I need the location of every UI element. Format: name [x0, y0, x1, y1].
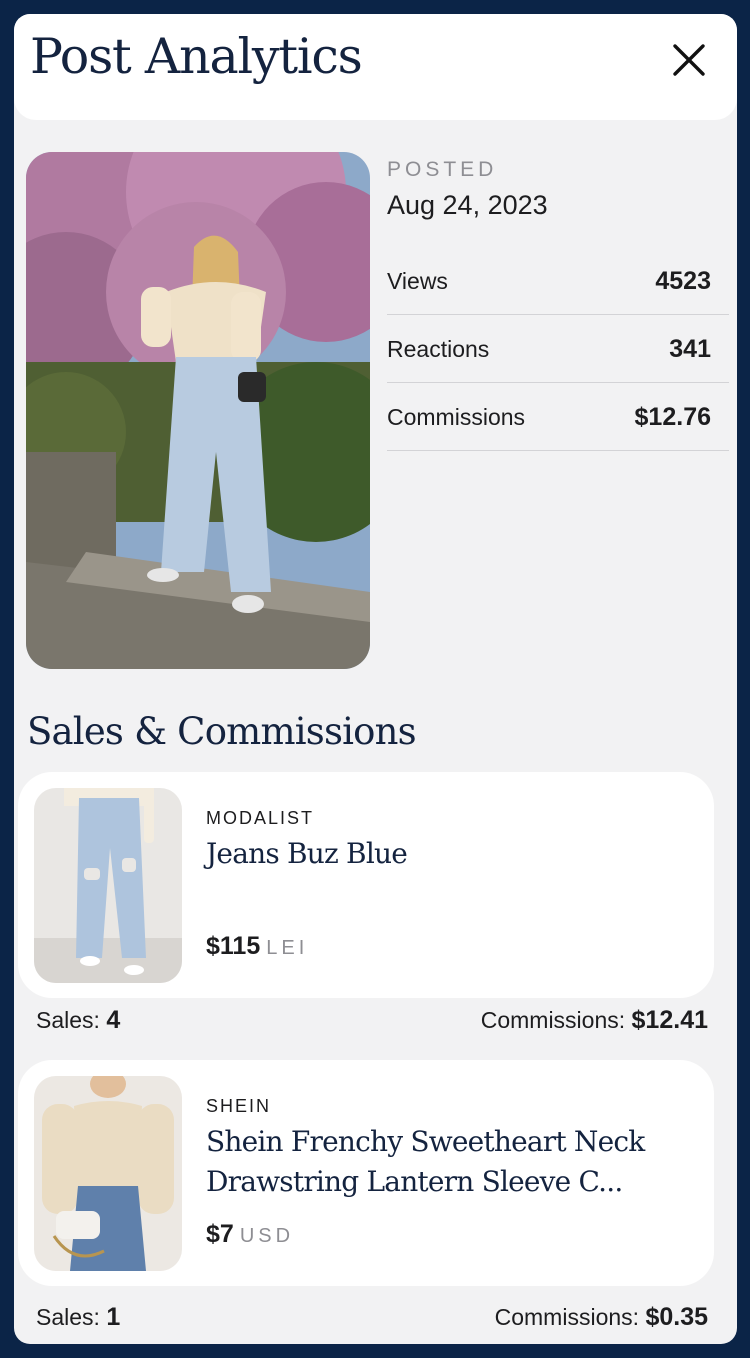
page-title: Post Analytics — [30, 28, 363, 85]
stat-label: Views — [387, 267, 448, 294]
stat-label: Commissions — [387, 403, 526, 430]
product-image — [34, 788, 182, 983]
price-currency: LEI — [266, 937, 309, 959]
sales-value: 4 — [106, 1005, 121, 1034]
post-analytics-panel: Post Analytics POSTED Aug 24, 2023 Views… — [14, 14, 737, 1344]
sales-value: 1 — [106, 1302, 121, 1331]
section-title: Sales & Commissions — [27, 710, 417, 753]
price-currency: USD — [239, 1225, 295, 1247]
product-brand: MODALIST — [206, 808, 315, 828]
price-amount: $7 — [206, 1220, 234, 1248]
product-price: $7 USD — [206, 1220, 294, 1249]
product-image — [34, 1076, 182, 1271]
sales-label: Sales: — [36, 1006, 100, 1033]
close-icon[interactable] — [669, 40, 709, 80]
product-price: $115 LEI — [206, 932, 308, 961]
sales-count: Sales: 4 — [36, 1006, 120, 1035]
commissions-value: $12.41 — [631, 1005, 708, 1034]
stat-value: $12.76 — [634, 402, 711, 431]
posted-date: Aug 24, 2023 — [387, 190, 548, 220]
product-name[interactable]: Jeans Buz Blue — [206, 834, 676, 874]
commissions-amount: Commissions: $12.41 — [481, 1006, 708, 1035]
stat-value: 341 — [669, 334, 711, 363]
header: Post Analytics — [14, 14, 737, 120]
sales-label: Sales: — [36, 1303, 100, 1330]
sales-summary: Sales: 4 Commissions: $12.41 — [36, 1003, 708, 1037]
product-card-jeans[interactable]: MODALIST Jeans Buz Blue $115 LEI — [18, 772, 714, 998]
stat-label: Reactions — [387, 335, 490, 362]
commissions-label: Commissions: — [494, 1303, 640, 1330]
commissions-label: Commissions: — [480, 1006, 626, 1033]
post-photo — [26, 152, 370, 669]
stat-row-commissions: Commissions $12.76 — [387, 384, 729, 451]
product-card-shein-top[interactable]: SHEIN Shein Frenchy Sweetheart Neck Draw… — [18, 1060, 714, 1286]
sales-summary: Sales: 1 Commissions: $0.35 — [36, 1300, 708, 1334]
commissions-amount: Commissions: $0.35 — [495, 1303, 708, 1332]
stat-row-views: Views 4523 — [387, 248, 729, 315]
stat-value: 4523 — [655, 266, 711, 295]
product-brand: SHEIN — [206, 1096, 272, 1116]
commissions-value: $0.35 — [645, 1302, 708, 1331]
stat-row-reactions: Reactions 341 — [387, 316, 729, 383]
price-amount: $115 — [206, 932, 261, 960]
sales-count: Sales: 1 — [36, 1303, 120, 1332]
product-name[interactable]: Shein Frenchy Sweetheart Neck Drawstring… — [206, 1122, 676, 1202]
posted-label: POSTED — [387, 158, 498, 181]
